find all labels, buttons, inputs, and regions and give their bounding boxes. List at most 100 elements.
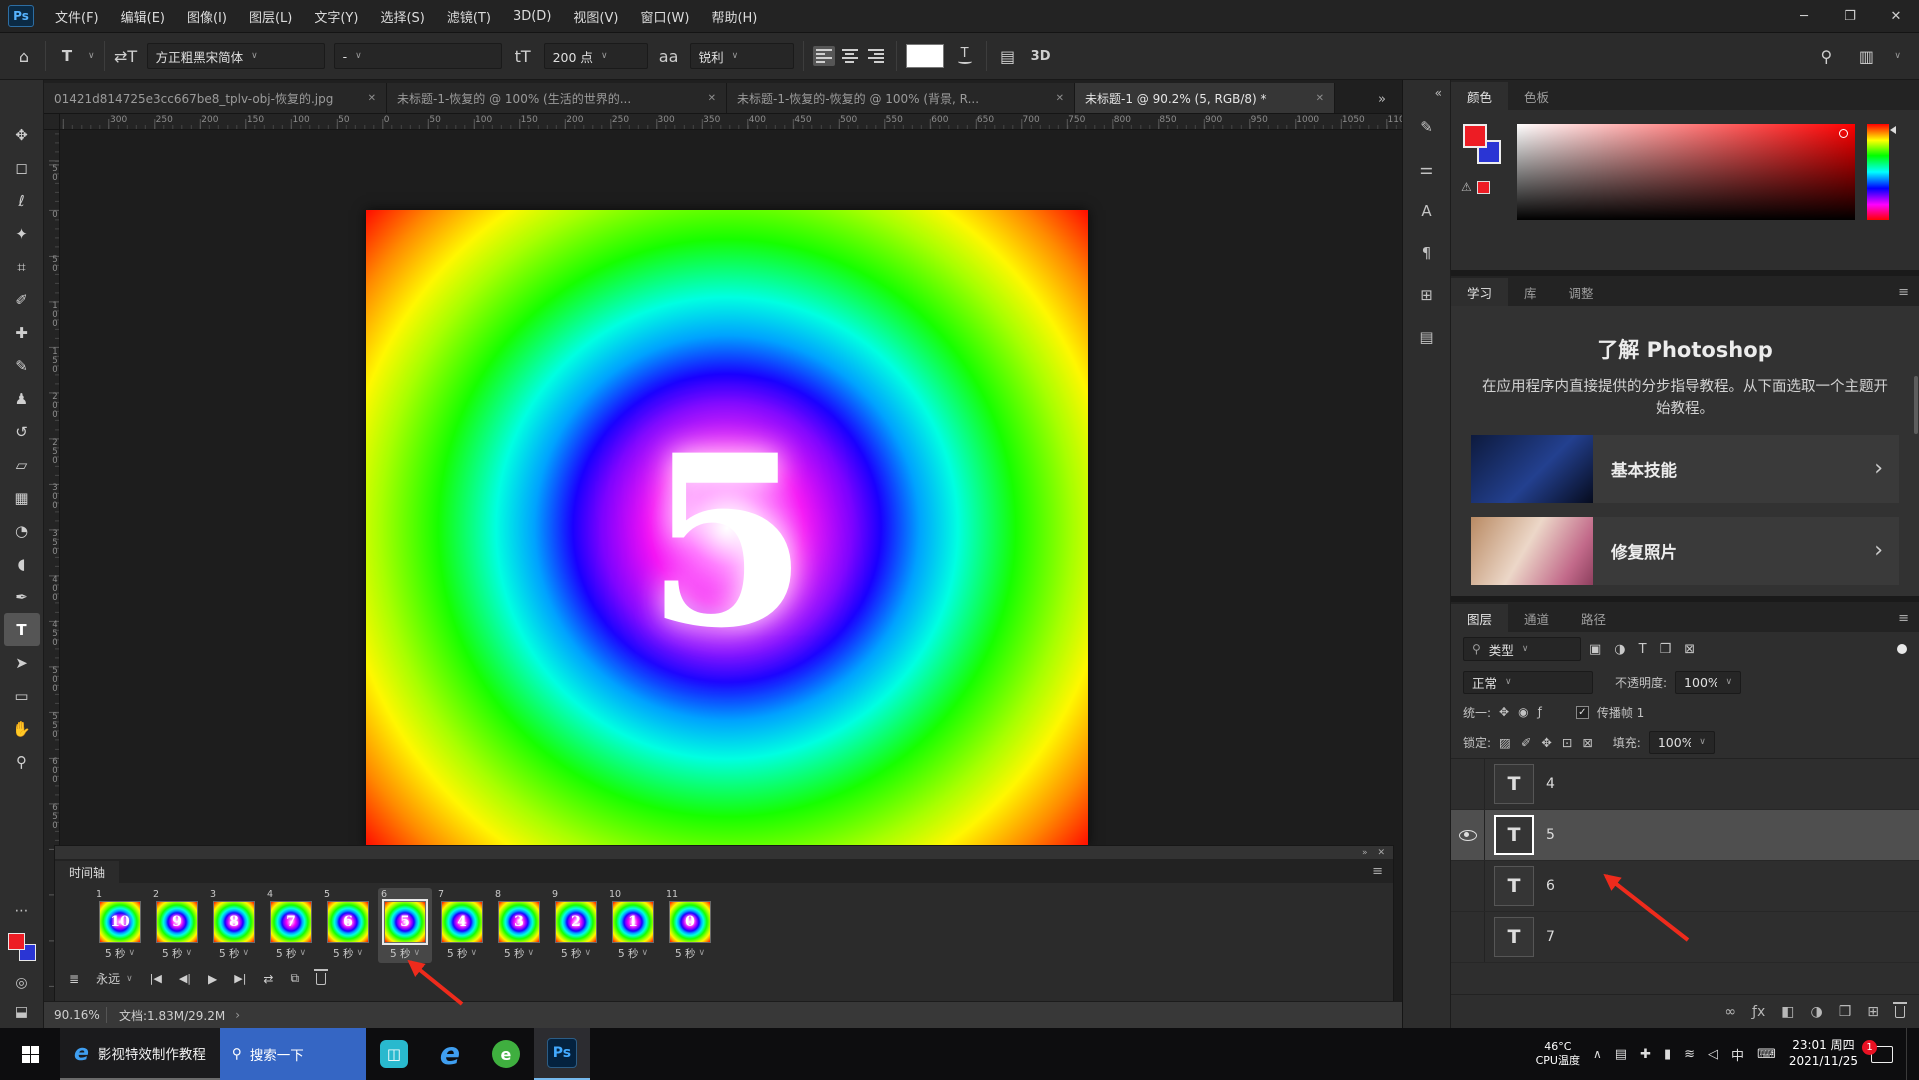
brush-tool[interactable]: ✎ — [4, 349, 40, 382]
tab-adjustments[interactable]: 调整 — [1553, 278, 1610, 306]
frame-thumbnail[interactable]: 5 — [384, 901, 426, 943]
visibility-toggle[interactable] — [1451, 861, 1485, 911]
previous-frame-button[interactable]: ◀| — [179, 972, 191, 985]
frame-thumbnail[interactable]: 7 — [270, 901, 312, 943]
unify-visibility-icon[interactable]: ◉ — [1518, 705, 1528, 719]
frame-duration-select[interactable]: 5 秒∨ — [276, 945, 306, 961]
healing-brush-tool[interactable]: ✚ — [4, 316, 40, 349]
crop-tool[interactable]: ⌗ — [4, 250, 40, 283]
taskbar-search-box[interactable]: ⚲ 搜索一下 — [220, 1028, 366, 1080]
frame-thumbnail[interactable]: 1 — [612, 901, 654, 943]
history-brush-tool[interactable]: ↺ — [4, 415, 40, 448]
chevron-down-icon[interactable]: ∨ — [1894, 51, 1901, 61]
align-right-icon[interactable] — [865, 46, 887, 66]
frame-thumbnail[interactable]: 0 — [669, 901, 711, 943]
timeline-tab[interactable]: 时间轴 — [55, 861, 119, 883]
home-icon[interactable]: ⌂ — [12, 41, 36, 71]
frame-duration-select[interactable]: 5 秒∨ — [618, 945, 648, 961]
shape-tool[interactable]: ▭ — [4, 679, 40, 712]
gamut-warning[interactable]: ⚠ — [1461, 180, 1490, 194]
play-button[interactable]: ▶ — [208, 972, 217, 986]
taskbar-app-edge[interactable]: e — [422, 1028, 478, 1080]
saturation-brightness-field[interactable] — [1517, 124, 1855, 220]
panel-menu-icon[interactable]: ≡ — [1898, 285, 1919, 306]
frame-duration-select[interactable]: 5 秒∨ — [504, 945, 534, 961]
3d-button[interactable]: 3D — [1029, 41, 1053, 71]
marquee-tool[interactable]: ◻ — [4, 151, 40, 184]
tab-swatches[interactable]: 色板 — [1508, 82, 1565, 110]
eraser-tool[interactable]: ▱ — [4, 448, 40, 481]
browser-window-button[interactable]: e 影视特效制作教程 — [60, 1028, 220, 1080]
fill-select[interactable]: 100% ∨ — [1649, 731, 1715, 754]
action-center-icon[interactable]: 1 — [1871, 1046, 1893, 1063]
new-layer-icon[interactable]: ⊞ — [1867, 1004, 1879, 1020]
path-selection-tool[interactable]: ➤ — [4, 646, 40, 679]
frame-thumbnail[interactable]: 3 — [498, 901, 540, 943]
start-button[interactable] — [0, 1028, 60, 1080]
eyedropper-tool[interactable]: ✐ — [4, 283, 40, 316]
frame-duration-select[interactable]: 5 秒∨ — [390, 945, 420, 961]
frame-8[interactable]: 8 3 5 秒∨ — [492, 888, 546, 963]
frame-duration-select[interactable]: 5 秒∨ — [219, 945, 249, 961]
workspace-icon[interactable]: ▥ — [1854, 41, 1878, 71]
menu-layer[interactable]: 图层(L) — [238, 0, 303, 32]
closest-color-swatch[interactable] — [1477, 181, 1490, 194]
add-mask-icon[interactable]: ◧ — [1781, 1004, 1794, 1020]
tab-color[interactable]: 颜色 — [1451, 82, 1508, 110]
document-tab-1[interactable]: 01421d814725e3cc667be8_tplv-obj-恢复的.jpg … — [44, 83, 387, 113]
lock-position-icon[interactable]: ✥ — [1541, 735, 1551, 750]
frame-thumbnail[interactable]: 10 — [99, 901, 141, 943]
frame-1[interactable]: 1 10 5 秒∨ — [93, 888, 147, 963]
opacity-select[interactable]: 100% ∨ — [1675, 671, 1741, 694]
taskbar-app-photoshop[interactable]: Ps — [534, 1028, 590, 1080]
delete-layer-icon[interactable] — [1895, 1006, 1905, 1018]
menu-image[interactable]: 图像(I) — [176, 0, 238, 32]
tray-ime-icon[interactable]: 中 — [1731, 1045, 1744, 1064]
new-group-icon[interactable]: ❒ — [1839, 1004, 1852, 1020]
timeline-menu-icon[interactable]: ≡ — [1372, 864, 1393, 883]
frame-thumbnail[interactable]: 6 — [327, 901, 369, 943]
magic-wand-tool[interactable]: ✦ — [4, 217, 40, 250]
glyphs-panel-icon[interactable]: ⊞ — [1403, 274, 1450, 316]
frame-5[interactable]: 5 6 5 秒∨ — [321, 888, 375, 963]
text-color-swatch[interactable] — [906, 44, 944, 68]
filter-toggle-icon[interactable] — [1897, 644, 1907, 654]
type-tool[interactable]: T — [4, 613, 40, 646]
timeline-options-icon[interactable]: ≣ — [69, 972, 79, 986]
visibility-toggle[interactable] — [1451, 810, 1485, 860]
frame-9[interactable]: 9 2 5 秒∨ — [549, 888, 603, 963]
filter-shape-layers-icon[interactable]: ❒ — [1660, 642, 1672, 657]
tool-preset-icon[interactable]: T — [55, 41, 79, 71]
layer-name[interactable]: 7 — [1546, 929, 1555, 945]
taskbar-app-toolbox[interactable]: ◫ — [366, 1028, 422, 1080]
frame-3[interactable]: 3 8 5 秒∨ — [207, 888, 261, 963]
menu-type[interactable]: 文字(Y) — [303, 0, 369, 32]
tab-libraries[interactable]: 库 — [1508, 278, 1553, 306]
menu-3d[interactable]: 3D(D) — [502, 0, 562, 32]
lock-transparency-icon[interactable]: ▨ — [1499, 735, 1511, 750]
layer-row-5-selected[interactable]: T 5 — [1451, 810, 1919, 861]
document-tab-3[interactable]: 未标题-1-恢复的-恢复的 @ 100% (背景, R... ✕ — [727, 83, 1075, 113]
timeline-close-icon[interactable]: ✕ — [1377, 848, 1385, 858]
taskbar-app-green-browser[interactable]: e — [478, 1028, 534, 1080]
hue-slider[interactable] — [1867, 124, 1889, 220]
frame-6-selected[interactable]: 6 5 5 秒∨ — [378, 888, 432, 963]
menu-help[interactable]: 帮助(H) — [700, 0, 768, 32]
quick-mask-icon[interactable]: ◎ — [15, 975, 27, 991]
delete-frame-icon[interactable] — [316, 973, 326, 985]
link-layers-icon[interactable]: ∞ — [1724, 1004, 1736, 1020]
zoom-tool[interactable]: ⚲ — [4, 745, 40, 778]
menu-file[interactable]: 文件(F) — [44, 0, 110, 32]
filter-pixel-layers-icon[interactable]: ▣ — [1589, 642, 1601, 657]
tab-overflow-icon[interactable]: » — [1378, 92, 1402, 113]
color-picker-marker[interactable] — [1839, 129, 1848, 138]
frame-thumbnail[interactable]: 8 — [213, 901, 255, 943]
tab-paths[interactable]: 路径 — [1565, 604, 1622, 632]
tween-frames-icon[interactable]: ⇄ — [263, 972, 273, 986]
learn-card-retouch[interactable]: 修复照片 › — [1471, 517, 1899, 585]
menu-filter[interactable]: 滤镜(T) — [436, 0, 502, 32]
taskbar-clock[interactable]: 23:01 周四 2021/11/25 — [1789, 1038, 1858, 1069]
propagate-frame-checkbox[interactable]: ✓ — [1576, 706, 1589, 719]
character-panel-icon[interactable]: A — [1403, 190, 1450, 232]
frame-10[interactable]: 10 1 5 秒∨ — [606, 888, 660, 963]
